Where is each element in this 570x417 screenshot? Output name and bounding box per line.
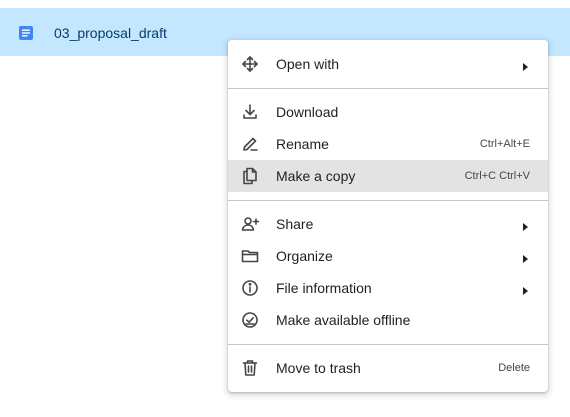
pencil-icon	[240, 134, 260, 154]
context-menu: Open with Download Rename Ctrl+Alt+E Mak…	[228, 40, 548, 392]
shortcut-hint: Ctrl+C Ctrl+V	[464, 170, 530, 182]
offline-check-icon	[240, 310, 260, 330]
shortcut-hint: Ctrl+Alt+E	[479, 138, 530, 150]
menu-item-share[interactable]: Share	[228, 208, 548, 240]
menu-item-label: Make available offline	[276, 312, 411, 328]
menu-divider	[228, 344, 548, 345]
top-strip	[0, 0, 570, 8]
trash-icon	[240, 358, 260, 378]
menu-item-open-with[interactable]: Open with	[228, 48, 548, 80]
submenu-arrow-icon	[520, 251, 530, 263]
file-name[interactable]: 03_proposal_draft	[54, 24, 167, 42]
menu-item-label: Share	[276, 216, 314, 232]
move-arrows-icon	[240, 54, 260, 74]
menu-item-label: Rename	[276, 136, 329, 152]
menu-divider	[228, 200, 548, 201]
submenu-arrow-icon	[520, 283, 530, 295]
submenu-arrow-icon	[520, 59, 530, 71]
submenu-arrow-icon	[520, 219, 530, 231]
download-icon	[240, 102, 260, 122]
menu-item-make-a-copy[interactable]: Make a copy Ctrl+C Ctrl+V	[228, 160, 548, 192]
menu-item-file-information[interactable]: File information	[228, 272, 548, 304]
google-doc-icon	[18, 25, 34, 41]
menu-item-label: Make a copy	[276, 168, 356, 184]
menu-item-label: Download	[276, 104, 339, 120]
menu-item-organize[interactable]: Organize	[228, 240, 548, 272]
folder-icon	[240, 246, 260, 266]
person-add-icon	[240, 214, 260, 234]
menu-item-label: Organize	[276, 248, 333, 264]
menu-item-label: Move to trash	[276, 360, 361, 376]
copy-icon	[240, 166, 260, 186]
menu-item-download[interactable]: Download	[228, 96, 548, 128]
shortcut-hint: Delete	[498, 362, 530, 374]
menu-item-make-available-offline[interactable]: Make available offline	[228, 304, 548, 336]
menu-item-label: File information	[276, 280, 372, 296]
menu-item-label: Open with	[276, 56, 340, 72]
info-icon	[240, 278, 260, 298]
menu-item-rename[interactable]: Rename Ctrl+Alt+E	[228, 128, 548, 160]
menu-item-move-to-trash[interactable]: Move to trash Delete	[228, 352, 548, 384]
menu-divider	[228, 88, 548, 89]
